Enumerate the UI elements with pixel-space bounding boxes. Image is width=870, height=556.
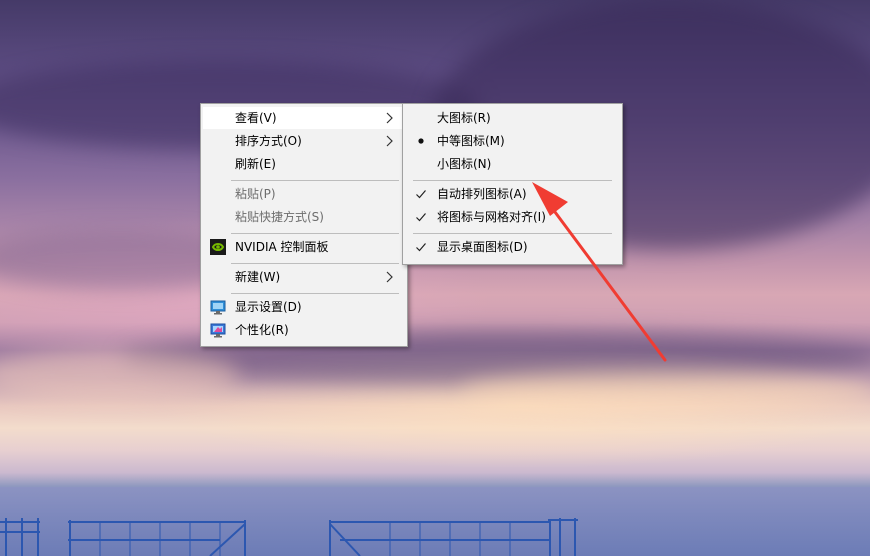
menu-item-label: 显示桌面图标(D) (437, 240, 528, 254)
cloud (0, 350, 240, 400)
menu-item-small-icons[interactable]: 小图标(N) (405, 153, 620, 175)
menu-item-new[interactable]: 新建(W) (203, 266, 405, 288)
checkmark-icon (416, 243, 426, 252)
menu-item-label: 大图标(R) (437, 111, 491, 125)
menu-separator (231, 233, 399, 234)
menu-item-show-desktop-icons[interactable]: 显示桌面图标(D) (405, 236, 620, 258)
chevron-right-icon (386, 271, 393, 283)
menu-item-label: 显示设置(D) (235, 300, 302, 314)
display-settings-icon (210, 300, 226, 315)
menu-item-refresh[interactable]: 刷新(E) (203, 153, 405, 175)
menu-item-personalize[interactable]: 个性化(R) (203, 319, 405, 341)
menu-item-label: 将图标与网格对齐(I) (437, 210, 546, 224)
menu-separator (231, 263, 399, 264)
personalize-icon (210, 323, 226, 338)
cloud (460, 370, 870, 410)
menu-item-sort-by[interactable]: 排序方式(O) (203, 130, 405, 152)
menu-item-medium-icons[interactable]: 中等图标(M) (405, 130, 620, 152)
menu-separator (413, 180, 612, 181)
menu-item-label: NVIDIA 控制面板 (235, 240, 329, 254)
menu-item-paste[interactable]: 粘贴(P) (203, 183, 405, 205)
menu-item-label: 自动排列图标(A) (437, 187, 527, 201)
menu-item-paste-shortcut[interactable]: 粘贴快捷方式(S) (203, 206, 405, 228)
view-submenu: 大图标(R) 中等图标(M) 小图标(N) 自动排列图标(A) 将图标与网格对齐… (402, 103, 623, 265)
menu-item-large-icons[interactable]: 大图标(R) (405, 107, 620, 129)
nvidia-icon (210, 239, 226, 255)
menu-separator (231, 180, 399, 181)
menu-item-auto-arrange[interactable]: 自动排列图标(A) (405, 183, 620, 205)
menu-separator (413, 233, 612, 234)
menu-item-label: 刷新(E) (235, 157, 276, 171)
menu-item-label: 排序方式(O) (235, 134, 302, 148)
checkmark-icon (416, 213, 426, 222)
menu-item-view[interactable]: 查看(V) (203, 107, 405, 129)
chevron-right-icon (386, 112, 393, 124)
radio-dot-icon (418, 138, 424, 144)
menu-item-label: 中等图标(M) (437, 134, 505, 148)
menu-item-label: 个性化(R) (235, 323, 289, 337)
menu-item-nvidia-control-panel[interactable]: NVIDIA 控制面板 (203, 236, 405, 258)
menu-item-label: 查看(V) (235, 111, 277, 125)
menu-item-align-to-grid[interactable]: 将图标与网格对齐(I) (405, 206, 620, 228)
menu-item-label: 粘贴快捷方式(S) (235, 210, 324, 224)
menu-item-label: 小图标(N) (437, 157, 492, 171)
desktop-background: 查看(V) 排序方式(O) 刷新(E) 粘贴(P) 粘贴快捷方式(S) NVID… (0, 0, 870, 556)
menu-item-display-settings[interactable]: 显示设置(D) (203, 296, 405, 318)
checkmark-icon (416, 190, 426, 199)
desktop-context-menu: 查看(V) 排序方式(O) 刷新(E) 粘贴(P) 粘贴快捷方式(S) NVID… (200, 103, 408, 347)
pier-railing (0, 518, 578, 556)
menu-item-label: 新建(W) (235, 270, 281, 284)
chevron-right-icon (386, 135, 393, 147)
menu-separator (231, 293, 399, 294)
menu-item-label: 粘贴(P) (235, 187, 276, 201)
